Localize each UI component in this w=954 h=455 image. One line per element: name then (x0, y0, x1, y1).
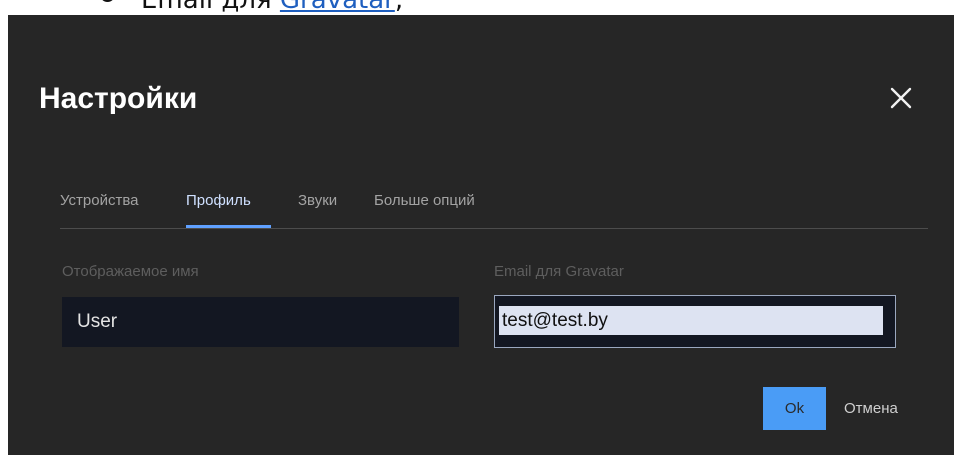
dialog-title: Настройки (39, 82, 198, 115)
settings-tabs: Устройства Профиль Звуки Больше опций (60, 191, 928, 229)
gravatar-link[interactable]: Gravatar (280, 0, 395, 15)
settings-dialog: Настройки Устройства Профиль Звуки Больш… (8, 15, 954, 455)
gravatar-email-label: Email для Gravatar (494, 263, 624, 280)
document-bullet-text: Email для Gravatar; (100, 0, 404, 15)
tab-sounds[interactable]: Звуки (298, 191, 337, 211)
cancel-button[interactable]: Отмена (844, 399, 898, 419)
active-tab-indicator (186, 225, 271, 228)
display-name-label: Отображаемое имя (62, 263, 199, 280)
gravatar-email-field-frame (494, 295, 896, 348)
tab-more-options[interactable]: Больше опций (374, 191, 475, 211)
display-name-input[interactable] (62, 297, 459, 347)
bullet-circle-icon (100, 0, 115, 2)
bullet-suffix: ; (394, 0, 404, 15)
close-icon (890, 87, 912, 109)
close-button[interactable] (884, 81, 918, 115)
tab-devices[interactable]: Устройства (60, 191, 138, 211)
document-bullet-line: Email для Gravatar; (0, 0, 954, 15)
ok-button[interactable]: Ok (763, 387, 826, 430)
tab-profile[interactable]: Профиль (186, 191, 251, 211)
gravatar-email-input[interactable] (499, 306, 883, 335)
bullet-text: Email для (141, 0, 280, 15)
